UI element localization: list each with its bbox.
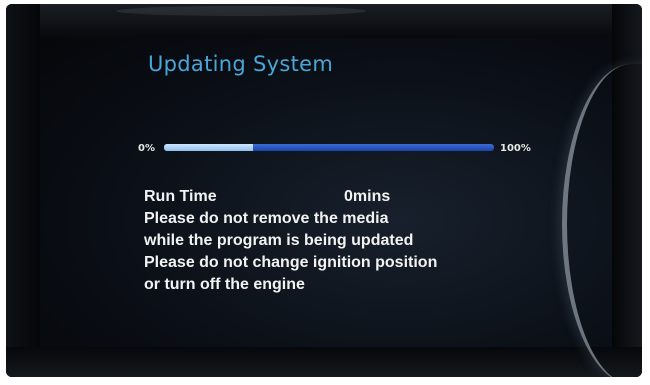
update-info: Run Time 0mins Please do not remove the m… — [144, 186, 437, 296]
progress-bar — [164, 144, 494, 151]
message-line: Please do not remove the media — [144, 210, 389, 227]
run-time-value: 0mins — [344, 188, 391, 205]
message-line: or turn off the engine — [144, 276, 305, 293]
bezel-curve — [562, 64, 642, 377]
bezel-bottom — [6, 347, 642, 377]
bezel-left — [6, 4, 40, 377]
message-line: Please do not change ignition position — [144, 254, 438, 271]
progress-end-label: 100% — [500, 143, 531, 154]
bezel-top — [6, 4, 642, 38]
page-title: Updating System — [148, 52, 334, 76]
progress-fill — [164, 144, 254, 151]
message-line: while the program is being updated — [144, 232, 414, 249]
progress-start-label: 0% — [138, 143, 155, 154]
run-time-row: Run Time 0mins — [144, 186, 437, 208]
run-time-label: Run Time — [144, 188, 217, 205]
